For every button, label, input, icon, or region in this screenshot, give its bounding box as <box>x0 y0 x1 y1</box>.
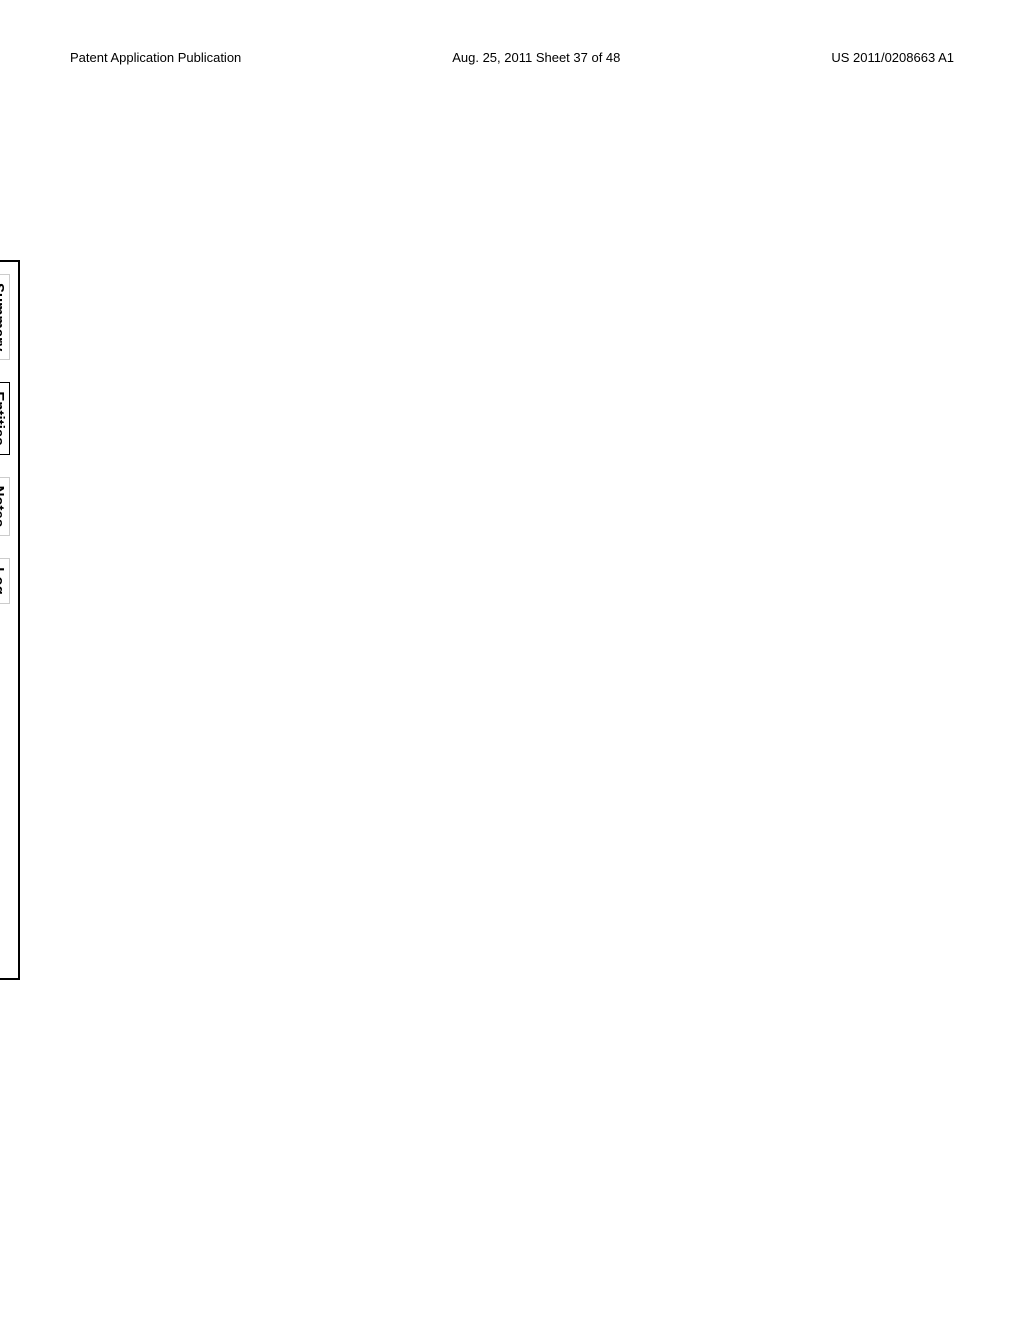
tab-bar: Summary Entities Notes Log <box>0 270 10 970</box>
header-center: Aug. 25, 2011 Sheet 37 of 48 <box>452 50 620 65</box>
tab-entities[interactable]: Entities <box>0 382 10 454</box>
tab-notes[interactable]: Notes <box>0 477 10 537</box>
main-frame: Summary Entities Notes Log Description o… <box>0 260 20 980</box>
header-left: Patent Application Publication <box>70 50 241 65</box>
page-header: Patent Application Publication Aug. 25, … <box>0 0 1024 75</box>
tab-summary[interactable]: Summary <box>0 274 10 360</box>
tab-log[interactable]: Log <box>0 558 10 604</box>
header-right: US 2011/0208663 A1 <box>831 50 954 65</box>
